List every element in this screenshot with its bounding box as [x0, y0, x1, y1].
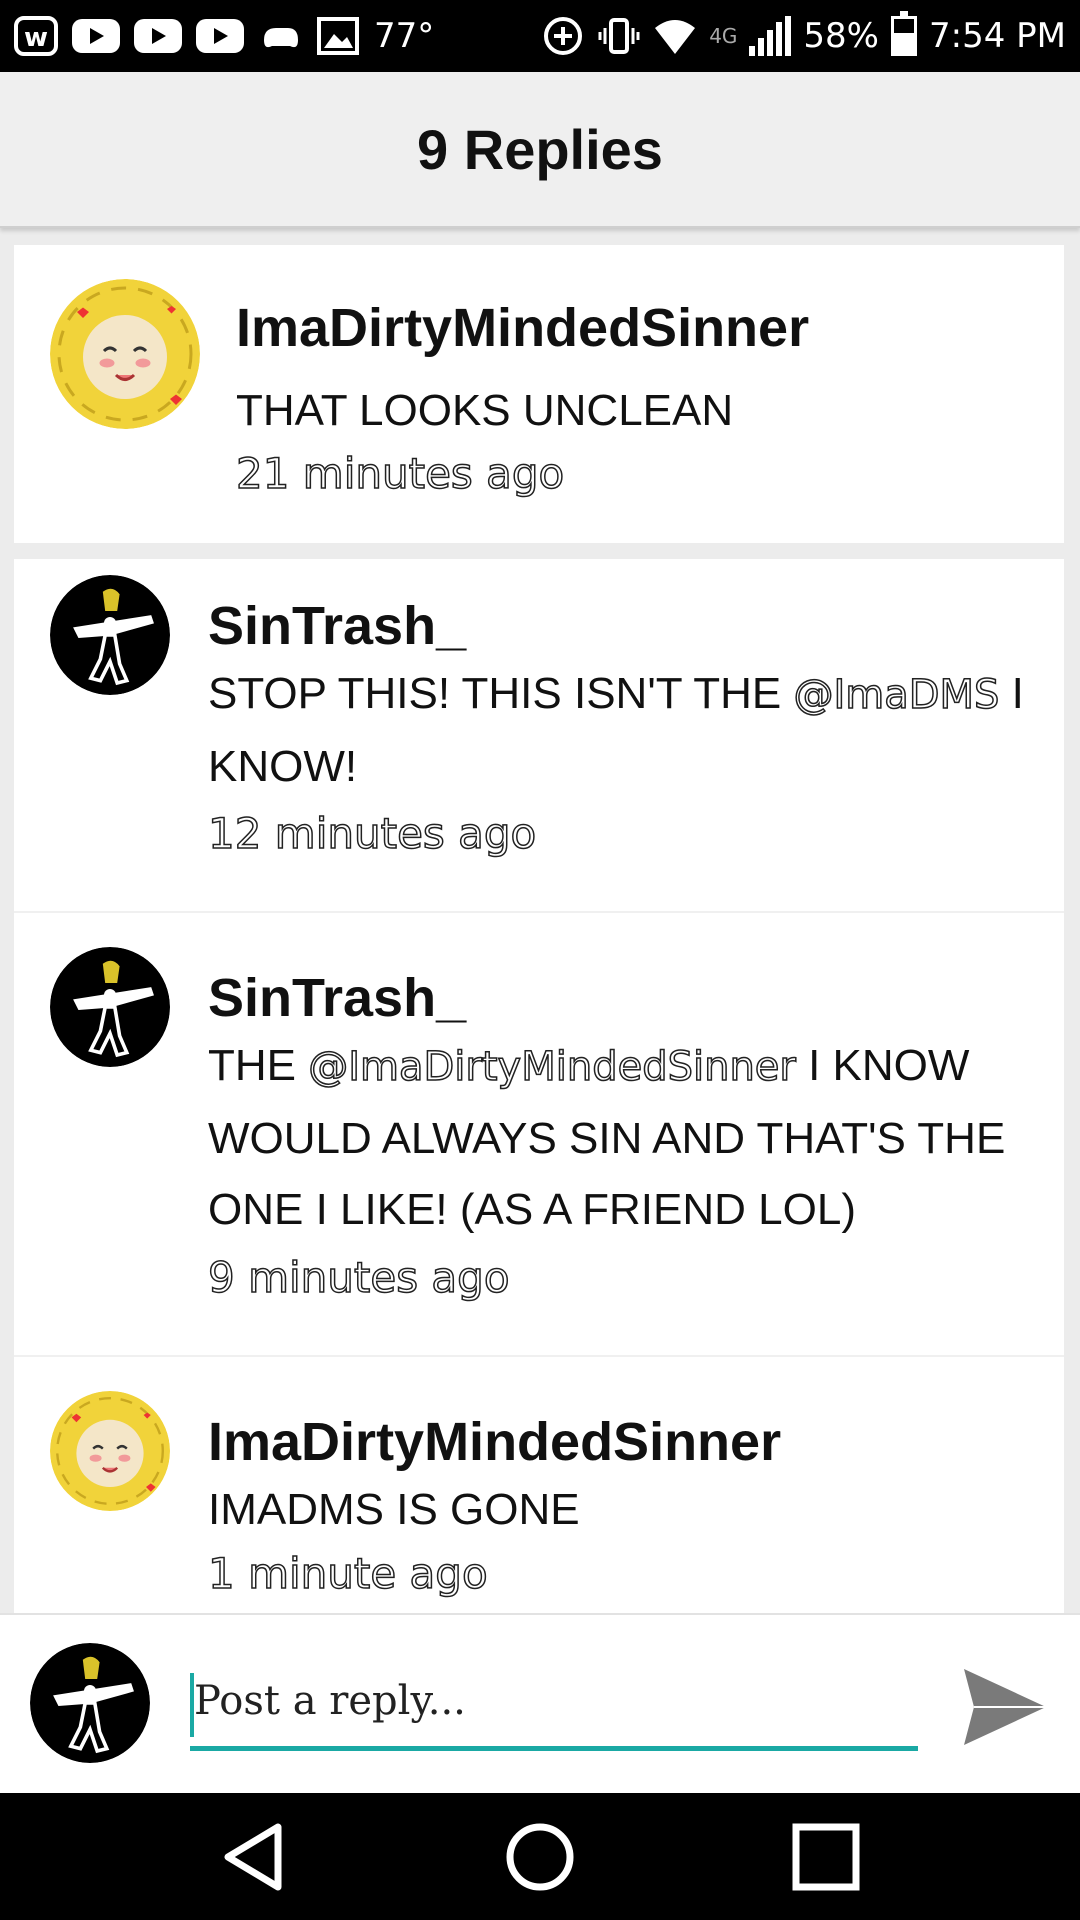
status-bar: w 77° 4G 58% 7:54 PM — [0, 0, 1080, 72]
temperature: 77° — [374, 16, 435, 56]
home-button[interactable] — [500, 1817, 580, 1897]
clock: 7:54 PM — [929, 16, 1066, 56]
network-type: 4G — [709, 24, 738, 48]
reply-list: SinTrash_ STOP THIS! THIS ISN'T THE @Ima… — [14, 559, 1064, 1613]
flowey-avatar-icon — [50, 279, 200, 429]
vibrate-icon — [597, 16, 641, 56]
comment-text: THE @ImaDirtyMindedSinner I KNOW WOULD A… — [208, 1030, 1058, 1245]
battery-icon — [891, 11, 917, 56]
username[interactable]: ImaDirtyMindedSinner — [236, 297, 809, 359]
youtube-icon — [134, 19, 182, 53]
avatar[interactable] — [50, 947, 170, 1067]
system-navigation-bar — [0, 1793, 1080, 1920]
back-icon — [224, 1823, 282, 1891]
svg-text:w: w — [24, 23, 48, 53]
home-icon — [506, 1823, 574, 1891]
comment-text-part: THAT LOOKS UNCLEAN — [236, 386, 734, 435]
divider — [14, 911, 1064, 913]
notification-icons: w 77° — [14, 16, 434, 56]
timestamp: 9 minutes ago — [207, 1252, 510, 1303]
wifi-icon — [653, 16, 697, 56]
dark-character-avatar-icon — [50, 575, 170, 695]
dark-character-avatar-icon — [30, 1643, 150, 1763]
text-cursor — [190, 1673, 194, 1737]
username[interactable]: ImaDirtyMindedSinner — [208, 1411, 781, 1473]
game-controller-icon — [258, 16, 302, 56]
original-comment-card: ImaDirtyMindedSinner THAT LOOKS UNCLEAN … — [14, 245, 1064, 543]
image-icon — [316, 16, 360, 56]
comment-text: STOP THIS! THIS ISN'T THE @ImaDMS I KNOW… — [208, 658, 1028, 802]
avatar[interactable] — [50, 1391, 170, 1511]
page-title: 9 Replies — [417, 117, 663, 181]
reply-composer — [0, 1613, 1080, 1793]
username[interactable]: SinTrash_ — [208, 967, 466, 1029]
comment-text-part: THE — [208, 1041, 309, 1090]
comment-text: IMADMS IS GONE — [208, 1474, 1028, 1545]
recents-icon — [792, 1823, 860, 1891]
timestamp: 12 minutes ago — [207, 808, 537, 859]
replies-header: 9 Replies — [0, 72, 1080, 228]
timestamp: 21 minutes ago — [235, 448, 565, 499]
recents-button[interactable] — [786, 1817, 866, 1897]
signal-icon — [749, 16, 792, 56]
data-saver-icon — [541, 16, 585, 56]
comment-text-part: STOP THIS! THIS ISN'T THE — [208, 669, 794, 718]
timestamp: 1 minute ago — [207, 1548, 488, 1599]
status-indicators: 4G 58% 7:54 PM — [541, 11, 1066, 56]
youtube-icon — [196, 19, 244, 53]
reply-input[interactable] — [190, 1655, 918, 1751]
divider — [14, 1355, 1064, 1357]
youtube-icon — [72, 19, 120, 53]
avatar[interactable] — [50, 279, 200, 429]
comment-text-part: IMADMS IS GONE — [208, 1485, 580, 1534]
user-mention-link[interactable]: @ImaDMS — [793, 671, 1000, 719]
current-user-avatar — [30, 1643, 150, 1763]
app-notification-icon: w — [14, 16, 58, 56]
comment-text: THAT LOOKS UNCLEAN — [236, 375, 1036, 446]
dark-character-avatar-icon — [50, 947, 170, 1067]
send-button[interactable] — [960, 1665, 1050, 1749]
avatar[interactable] — [50, 575, 170, 695]
user-mention-link[interactable]: @ImaDirtyMindedSinner — [307, 1043, 796, 1091]
send-icon — [964, 1669, 1046, 1745]
flowey-avatar-icon — [50, 1391, 170, 1511]
username[interactable]: SinTrash_ — [208, 595, 466, 657]
battery-percent: 58% — [803, 16, 879, 56]
back-button[interactable] — [216, 1817, 296, 1897]
